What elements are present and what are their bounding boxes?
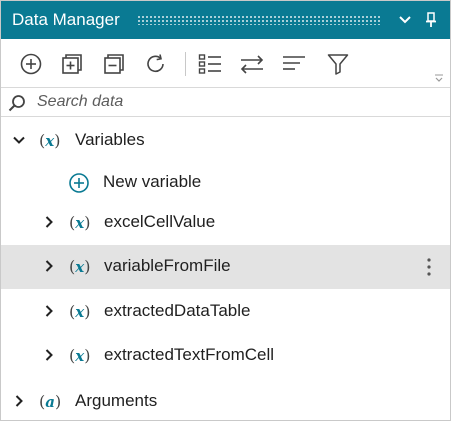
tree-item-variable[interactable]: (x) variableFromFile	[1, 245, 450, 289]
remove-group-icon[interactable]	[101, 51, 127, 77]
chevron-right-icon[interactable]	[42, 215, 56, 229]
toolbar-separator	[185, 52, 186, 76]
refresh-icon[interactable]	[143, 51, 169, 77]
variable-name: excelCellValue	[104, 212, 216, 231]
chevron-down-icon[interactable]	[12, 133, 26, 147]
new-variable-button[interactable]: New variable	[1, 161, 450, 205]
swap-icon[interactable]	[239, 51, 265, 77]
chevron-down-icon[interactable]	[396, 10, 414, 30]
toolbar	[1, 39, 450, 87]
tree-item-variable[interactable]: (x) extractedTextFromCell	[1, 334, 450, 378]
variable-icon: (x)	[69, 213, 91, 232]
panel-title: Data Manager	[12, 10, 120, 29]
pin-icon[interactable]	[422, 10, 440, 30]
chevron-right-icon[interactable]	[12, 394, 26, 408]
variable-icon: (x)	[69, 257, 91, 276]
variable-name: extractedDataTable	[104, 301, 251, 320]
tree-node-label: Arguments	[75, 391, 158, 410]
variable-icon: (x)	[69, 302, 91, 321]
add-circle-icon	[69, 173, 89, 193]
chevron-right-icon[interactable]	[42, 304, 56, 318]
variable-icon: (x)	[69, 346, 91, 365]
variable-name: variableFromFile	[104, 256, 231, 275]
tree-item-variable[interactable]: (x) extractedDataTable	[1, 290, 450, 334]
variable-name: extractedTextFromCell	[104, 345, 275, 364]
tree-node-variables[interactable]: (x) Variables	[1, 119, 450, 163]
filter-icon[interactable]	[325, 51, 351, 77]
variable-icon: (x)	[39, 131, 61, 150]
sort-icon[interactable]	[281, 51, 307, 77]
tree-node-label: Variables	[75, 130, 145, 149]
title-bar[interactable]: Data Manager	[1, 1, 450, 39]
add-group-icon[interactable]	[59, 51, 85, 77]
tree-item-variable[interactable]: (x) excelCellValue	[1, 201, 450, 245]
chevron-right-icon[interactable]	[42, 348, 56, 362]
list-view-icon[interactable]	[197, 51, 223, 77]
add-icon[interactable]	[18, 51, 44, 77]
toolbar-overflow-icon[interactable]	[434, 70, 444, 82]
new-variable-label: New variable	[103, 172, 202, 191]
search-bar	[1, 87, 450, 117]
search-input[interactable]	[37, 92, 437, 112]
drag-grip[interactable]	[137, 15, 382, 25]
search-icon	[8, 94, 26, 112]
data-manager-panel: Data Manager Search data (x) Variables N…	[0, 0, 451, 421]
argument-icon: (a)	[39, 392, 62, 411]
chevron-right-icon[interactable]	[42, 259, 56, 273]
tree-node-arguments[interactable]: (a) Arguments	[1, 380, 450, 421]
more-options-icon[interactable]	[426, 257, 432, 277]
